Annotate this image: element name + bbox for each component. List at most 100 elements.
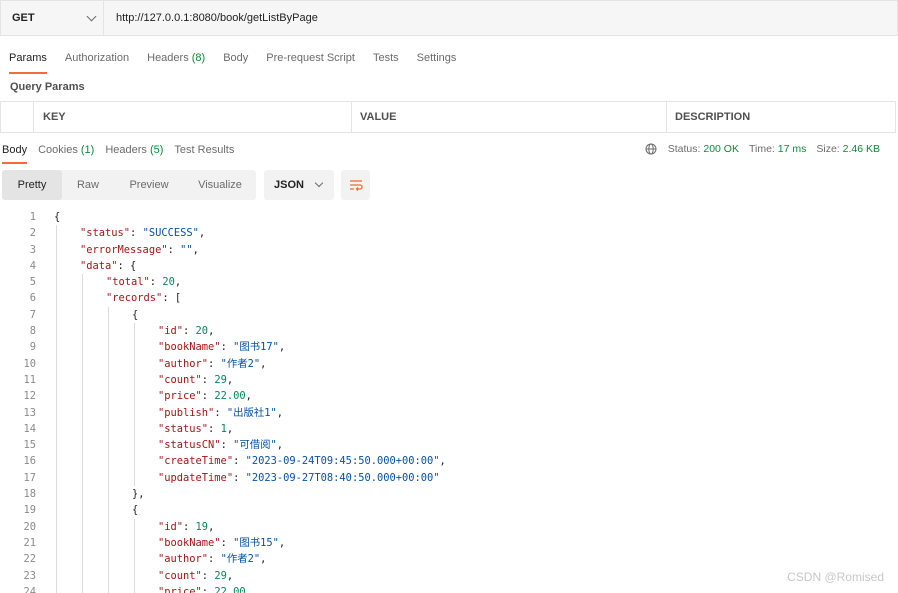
- indent-guide: [108, 502, 109, 519]
- json-key: "updateTime": [158, 471, 234, 484]
- tab-tests[interactable]: Tests: [364, 44, 408, 72]
- json-punctuation: ,: [174, 276, 182, 289]
- json-punctuation: :: [220, 341, 234, 354]
- line-number: 19: [23, 504, 36, 517]
- wrap-lines-button[interactable]: [341, 170, 370, 200]
- json-number: 29: [214, 569, 227, 582]
- indent-guide: [134, 583, 135, 593]
- view-mode-raw[interactable]: Raw: [62, 170, 114, 200]
- code-line: 6 "records": [: [0, 290, 898, 307]
- code-text: "data": {: [80, 258, 136, 274]
- code-text: "total": 20,: [106, 274, 181, 290]
- indent-guide: [82, 583, 83, 593]
- line-number: 10: [23, 357, 36, 370]
- indent-guide: [56, 567, 57, 584]
- wrap-lines-icon: [349, 180, 363, 191]
- indent-guide: [134, 371, 135, 389]
- indent-guide: [56, 323, 57, 340]
- status-value[interactable]: 200 OK: [703, 143, 739, 155]
- tab-count: (1): [80, 144, 95, 156]
- response-status: Status: 200 OK Time: 17 ms Size: 2.46 KB: [645, 138, 880, 160]
- indent-guide: [134, 323, 135, 340]
- code-line: 4 "data": {: [0, 257, 898, 275]
- line-number: 22: [23, 553, 36, 566]
- json-punctuation: :: [130, 227, 143, 240]
- json-string: "SUCCESS": [142, 227, 199, 240]
- tab-body[interactable]: Body: [214, 44, 257, 72]
- tab-authorization[interactable]: Authorization: [56, 44, 138, 72]
- response-tab-headers[interactable]: Headers (5): [100, 139, 169, 161]
- indent-guide: [56, 274, 57, 291]
- globe-icon[interactable]: [645, 143, 657, 155]
- line-number: 9: [29, 341, 36, 354]
- indent-guide: [108, 339, 109, 356]
- line-number: 7: [29, 308, 36, 321]
- indent-guide: [82, 420, 83, 438]
- response-tabs: Body Cookies (1) Headers (5) Test Results: [0, 139, 240, 164]
- json-key: "createTime": [158, 455, 234, 468]
- request-bar: GET http://127.0.0.1:8080/book/getListBy…: [0, 0, 898, 36]
- json-key: "bookName": [158, 536, 221, 549]
- indent-guide: [56, 534, 57, 552]
- view-mode-preview[interactable]: Preview: [114, 170, 184, 200]
- size-value[interactable]: 2.46 KB: [843, 143, 880, 155]
- response-body-code[interactable]: 1{2 "status": "SUCCESS", 3 "errorMessage": …: [0, 209, 898, 593]
- code-line: 3 "errorMessage": "",: [0, 241, 898, 258]
- tab-headers[interactable]: Headers (8): [138, 44, 214, 72]
- indent-guide: [108, 355, 109, 372]
- code-text: "price": 22.00,: [158, 388, 252, 404]
- code-text: {: [54, 209, 60, 225]
- view-mode-selector: Pretty Raw Preview Visualize: [2, 170, 256, 200]
- indent-guide: [82, 323, 83, 340]
- response-tab-body[interactable]: Body: [0, 139, 33, 164]
- json-string: "": [180, 243, 193, 256]
- code-line: 22 "author": "作者2",: [0, 551, 898, 568]
- json-string: "2023-09-24T09:45:50.000+00:00": [245, 455, 440, 468]
- time-label: Time:: [748, 143, 775, 155]
- indent-guide: [82, 518, 83, 535]
- code-line: 8 "id": 20,: [0, 323, 898, 340]
- params-key-header: KEY: [34, 102, 352, 132]
- json-punctuation: :: [149, 276, 163, 289]
- json-punctuation: ,: [276, 439, 284, 452]
- indent-guide: [82, 453, 83, 470]
- response-tab-test-results[interactable]: Test Results: [169, 139, 240, 161]
- code-line: 2 "status": "SUCCESS",: [0, 225, 898, 242]
- line-number: 5: [29, 276, 36, 289]
- method-select[interactable]: GET: [0, 0, 104, 36]
- json-string: "作者2": [220, 553, 261, 566]
- json-string: "图书17": [233, 341, 279, 354]
- chevron-down-icon: [86, 11, 97, 21]
- response-tab-cookies[interactable]: Cookies (1): [33, 139, 100, 161]
- tab-label: Headers: [105, 144, 150, 156]
- indent-guide: [82, 371, 83, 389]
- json-string: "图书15": [233, 536, 279, 549]
- indent-guide: [56, 518, 57, 535]
- line-number: 18: [23, 488, 36, 501]
- view-mode-pretty[interactable]: Pretty: [2, 170, 62, 200]
- indent-guide: [134, 437, 135, 454]
- json-key: "status": [80, 227, 131, 240]
- code-line: 15 "statusCN": "可借阅",: [0, 437, 898, 454]
- code-text: "bookName": "图书15",: [158, 535, 285, 551]
- tab-settings[interactable]: Settings: [408, 44, 466, 72]
- time-value[interactable]: 17 ms: [778, 143, 807, 155]
- tab-label: Tests: [372, 52, 399, 64]
- json-punctuation: :: [214, 406, 227, 419]
- format-select[interactable]: JSON: [264, 170, 334, 200]
- tab-params[interactable]: Params: [0, 44, 56, 74]
- json-punctuation: : {: [117, 259, 137, 272]
- json-punctuation: ,: [278, 341, 286, 354]
- json-punctuation: :: [201, 585, 215, 593]
- code-line: 17 "updateTime": "2023-09-27T08:40:50.000…: [0, 469, 898, 487]
- view-mode-visualize[interactable]: Visualize: [184, 170, 256, 200]
- tab-pre-request-script[interactable]: Pre-request Script: [257, 44, 364, 72]
- params-value-header: VALUE: [352, 102, 667, 132]
- json-punctuation: ,: [276, 406, 284, 419]
- indent-guide: [108, 551, 109, 568]
- url-input[interactable]: http://127.0.0.1:8080/book/getListByPage: [104, 0, 898, 36]
- json-punctuation: ,: [260, 553, 267, 566]
- indent-guide: [82, 339, 83, 356]
- json-punctuation: },: [132, 488, 145, 501]
- code-line: 1{: [0, 209, 898, 225]
